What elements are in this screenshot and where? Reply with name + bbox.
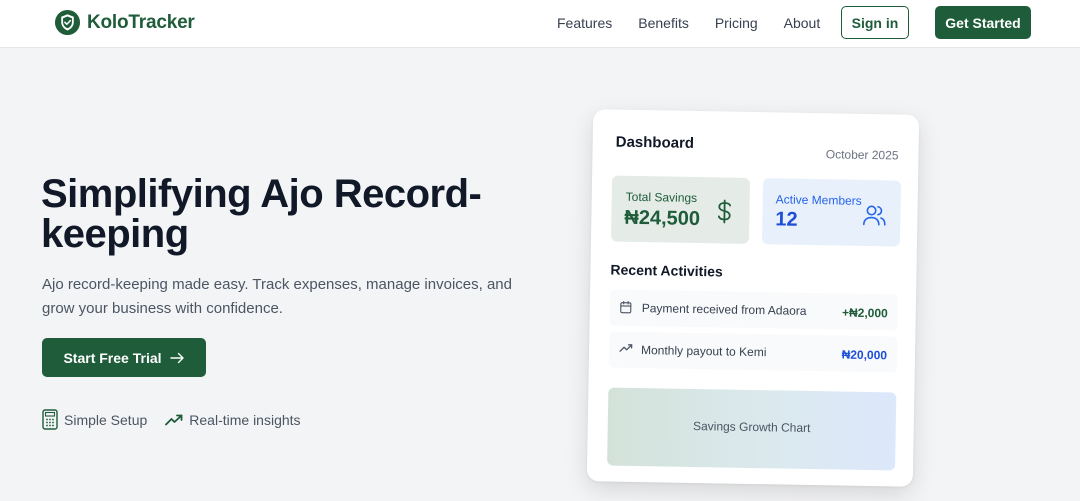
hero-subtitle: Ajo record-keeping made easy. Track expe… xyxy=(42,276,512,317)
get-started-button[interactable]: Get Started xyxy=(935,6,1031,39)
activity-amount: ₦20,000 xyxy=(841,347,888,363)
top-navbar: KoloTracker Features Benefits Pricing Ab… xyxy=(0,0,1080,48)
activity-amount: +₦2,000 xyxy=(841,305,888,321)
trending-up-icon xyxy=(165,414,183,425)
calculator-icon xyxy=(42,409,58,430)
feature-realtime-insights: Real-time insights xyxy=(165,411,301,428)
calendar-icon xyxy=(620,300,632,314)
activity-item: Payment received from Adaora +₦2,000 xyxy=(609,289,899,331)
dashboard-title: Dashboard xyxy=(615,133,695,152)
total-savings-label: Total Savings xyxy=(625,189,698,206)
active-members-stat: Active Members 12 xyxy=(761,178,902,247)
nav-benefits[interactable]: Benefits xyxy=(638,15,689,31)
nav-pricing[interactable]: Pricing xyxy=(715,15,758,31)
active-members-value: 12 xyxy=(775,208,798,231)
sign-in-button[interactable]: Sign in xyxy=(841,6,909,39)
total-savings-stat: Total Savings ₦24,500 xyxy=(610,175,751,244)
brand-name: KoloTracker xyxy=(87,11,195,33)
total-savings-value: ₦24,500 xyxy=(624,206,701,231)
hero-title: Simplifying Ajo Record-keeping xyxy=(41,172,482,256)
trending-up-icon xyxy=(619,344,633,352)
recent-activities-title: Recent Activities xyxy=(610,261,723,280)
feature-simple-setup-label: Simple Setup xyxy=(64,411,148,428)
savings-growth-chart-label: Savings Growth Chart xyxy=(692,418,811,436)
feature-list: Simple Setup Real-time insights xyxy=(42,409,319,430)
activity-label: Monthly payout to Kemi xyxy=(640,343,767,360)
savings-growth-chart-placeholder: Savings Growth Chart xyxy=(607,387,897,471)
feature-simple-setup: Simple Setup xyxy=(42,409,147,430)
active-members-label: Active Members xyxy=(775,192,862,208)
dashboard-preview-card: Dashboard October 2025 Total Savings ₦24… xyxy=(586,109,920,487)
shield-check-icon xyxy=(54,9,81,36)
start-free-trial-button[interactable]: Start Free Trial xyxy=(42,338,206,377)
nav-features[interactable]: Features xyxy=(557,15,612,31)
brand-logo[interactable]: KoloTracker xyxy=(54,9,195,36)
users-icon xyxy=(863,205,886,226)
activity-item: Monthly payout to Kemi ₦20,000 xyxy=(608,331,898,373)
main-nav: Features Benefits Pricing About xyxy=(557,15,846,31)
dollar-icon xyxy=(717,199,732,224)
activity-label: Payment received from Adaora xyxy=(641,301,807,318)
nav-about[interactable]: About xyxy=(784,15,821,31)
feature-realtime-insights-label: Real-time insights xyxy=(189,411,301,428)
dashboard-date: October 2025 xyxy=(825,147,899,163)
arrow-right-icon xyxy=(169,352,184,363)
start-free-trial-label: Start Free Trial xyxy=(63,349,162,366)
